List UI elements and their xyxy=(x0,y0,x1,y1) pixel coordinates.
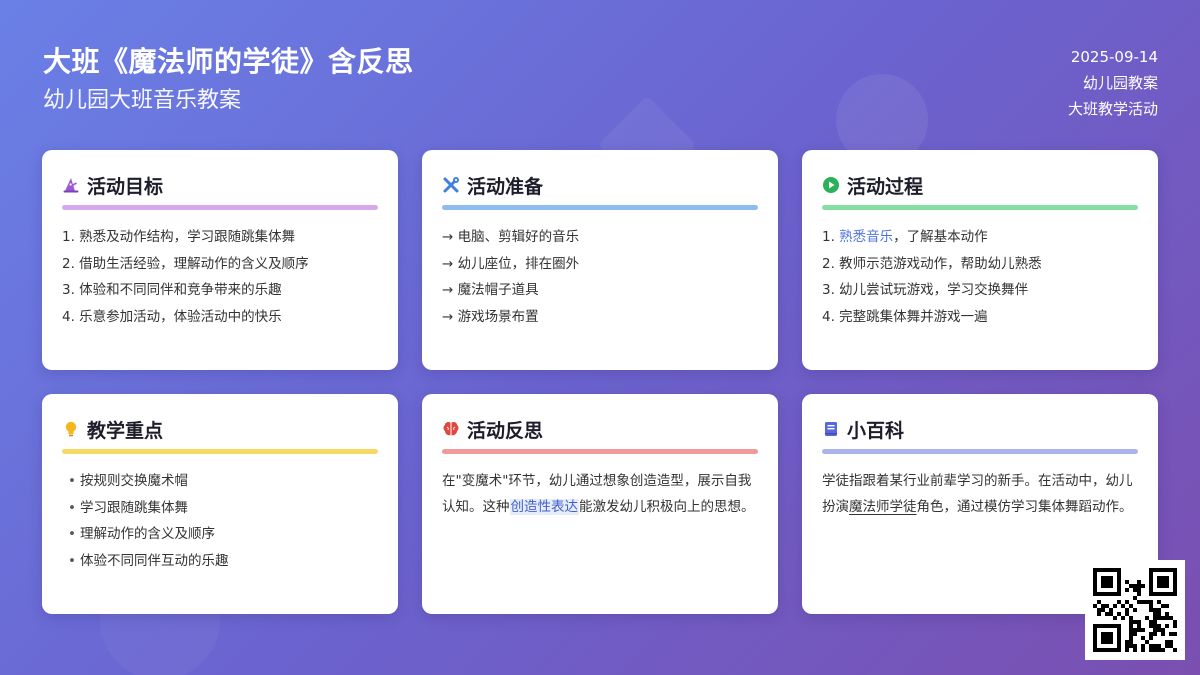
card-title: 活动目标 xyxy=(87,175,164,198)
keypoints-list: • 按规则交换魔术帽 • 学习跟随跳集体舞 • 理解动作的含义及顺序 • 体验不同同伴互… xyxy=(62,468,378,574)
card-title: 活动准备 xyxy=(467,175,544,198)
bullet-icon: • xyxy=(68,499,76,516)
card-accent-bar xyxy=(442,205,758,210)
card-accent-bar xyxy=(62,449,378,454)
list-item: • 按规则交换魔术帽 xyxy=(62,468,378,495)
highlight-link[interactable]: 熟悉音乐 xyxy=(839,229,893,245)
list-item: • 体验不同同伴互动的乐趣 xyxy=(62,548,378,575)
list-item: 2. 借助生活经验，理解动作的含义及顺序 xyxy=(62,255,309,272)
list-item: 1. 熟悉及动作结构，学习跟随跳集体舞 xyxy=(62,229,296,245)
lightbulb-icon xyxy=(62,420,80,438)
brain-icon xyxy=(442,420,460,438)
qr-code-icon[interactable] xyxy=(1085,560,1185,660)
book-icon xyxy=(822,420,840,438)
highlight-term: 创造性表达 xyxy=(509,499,579,515)
bullet-icon: • xyxy=(68,526,76,542)
play-circle-icon xyxy=(822,176,840,194)
meta-date: 2025-09-14 xyxy=(1070,48,1158,66)
list-item: 3. 幼儿尝试玩游戏，学习交换舞伴 xyxy=(822,282,1029,298)
list-item: → 幼儿座位，排在圈外 xyxy=(442,255,580,272)
reflection-text: 在"变魔术"环节，幼儿通过想象创造造型，展示自我认知。这种创造性表达能激发幼儿积… xyxy=(442,473,755,515)
underlined-term: 魔法师学徒 xyxy=(849,499,917,515)
card-teaching-keypoints: 教学重点 • 按规则交换魔术帽 • 学习跟随跳集体舞 • 理解动作的含义及顺序 • 体验… xyxy=(42,394,398,614)
meta-tag: 大班教学活动 xyxy=(1067,100,1158,118)
list-item: 4. 乐意参加活动，体验活动中的快乐 xyxy=(62,308,282,325)
card-activity-process: 活动过程 1. 熟悉音乐，了解基本动作 2. 教师示范游戏动作，帮助幼儿熟悉 3… xyxy=(802,150,1158,370)
list-item: → 游戏场景布置 xyxy=(442,308,539,325)
wizard-hat-icon xyxy=(62,176,80,194)
card-activity-preparation: 活动准备 → 电脑、剪辑好的音乐 → 幼儿座位，排在圈外 → 魔法帽子道具 → … xyxy=(422,150,778,370)
list-item: • 理解动作的含义及顺序 xyxy=(62,521,378,548)
page-header: 大班《魔法师的学徒》含反思 幼儿园大班音乐教案 xyxy=(43,42,414,116)
card-accent-bar xyxy=(822,449,1138,454)
meta-category: 幼儿园教案 xyxy=(1082,74,1158,92)
list-item-text: ，了解基本动作 xyxy=(893,229,988,245)
bullet-icon: • xyxy=(68,552,76,569)
qr-code-graphic xyxy=(1093,568,1177,652)
list-item-number: 1. xyxy=(822,229,840,245)
list-item: 1. 熟悉音乐，了解基本动作 xyxy=(822,224,1138,251)
card-activity-goals: 活动目标 1. 熟悉及动作结构，学习跟随跳集体舞 2. 借助生活经验，理解动作的… xyxy=(42,150,398,370)
list-item: → 魔法帽子道具 xyxy=(442,282,539,298)
card-header: 活动目标 xyxy=(62,172,378,198)
page-title: 大班《魔法师的学徒》含反思 xyxy=(43,45,414,78)
list-item: 3. 体验和不同同伴和竞争带来的乐趣 xyxy=(62,282,282,298)
list-item: 4. 完整跳集体舞并游戏一遍 xyxy=(822,308,988,325)
preparation-list: → 电脑、剪辑好的音乐 → 幼儿座位，排在圈外 → 魔法帽子道具 → 游戏场景布… xyxy=(442,224,758,330)
list-item: • 学习跟随跳集体舞 xyxy=(62,495,378,522)
card-header: 活动过程 xyxy=(822,172,1138,198)
page-meta: 2025-09-14 幼儿园教案 大班教学活动 xyxy=(1068,44,1158,122)
card-accent-bar xyxy=(62,205,378,210)
card-header: 教学重点 xyxy=(62,416,378,442)
list-item: → 电脑、剪辑好的音乐 xyxy=(442,229,580,245)
card-accent-bar xyxy=(822,205,1138,210)
page-subtitle: 幼儿园大班音乐教案 xyxy=(43,88,242,113)
tools-icon xyxy=(442,176,460,194)
card-header: 活动反思 xyxy=(442,416,758,442)
card-header: 活动准备 xyxy=(442,172,758,198)
card-activity-reflection: 活动反思 在"变魔术"环节，幼儿通过想象创造造型，展示自我认知。这种创造性表达能… xyxy=(422,394,778,614)
card-title: 活动反思 xyxy=(467,419,544,442)
card-title: 活动过程 xyxy=(847,175,924,198)
wiki-text: 学徒指跟着某行业前辈学习的新手。在活动中，幼儿扮演魔法师学徒角色，通过模仿学习集… xyxy=(822,473,1133,515)
bullet-icon: • xyxy=(68,473,76,489)
goals-list: 1. 熟悉及动作结构，学习跟随跳集体舞 2. 借助生活经验，理解动作的含义及顺序… xyxy=(62,224,378,330)
card-title: 教学重点 xyxy=(87,419,164,442)
process-list: 1. 熟悉音乐，了解基本动作 2. 教师示范游戏动作，帮助幼儿熟悉 3. 幼儿尝… xyxy=(822,224,1138,330)
card-title: 小百科 xyxy=(847,419,905,442)
card-accent-bar xyxy=(442,449,758,454)
list-item: 2. 教师示范游戏动作，帮助幼儿熟悉 xyxy=(822,255,1042,272)
card-header: 小百科 xyxy=(822,416,1138,442)
